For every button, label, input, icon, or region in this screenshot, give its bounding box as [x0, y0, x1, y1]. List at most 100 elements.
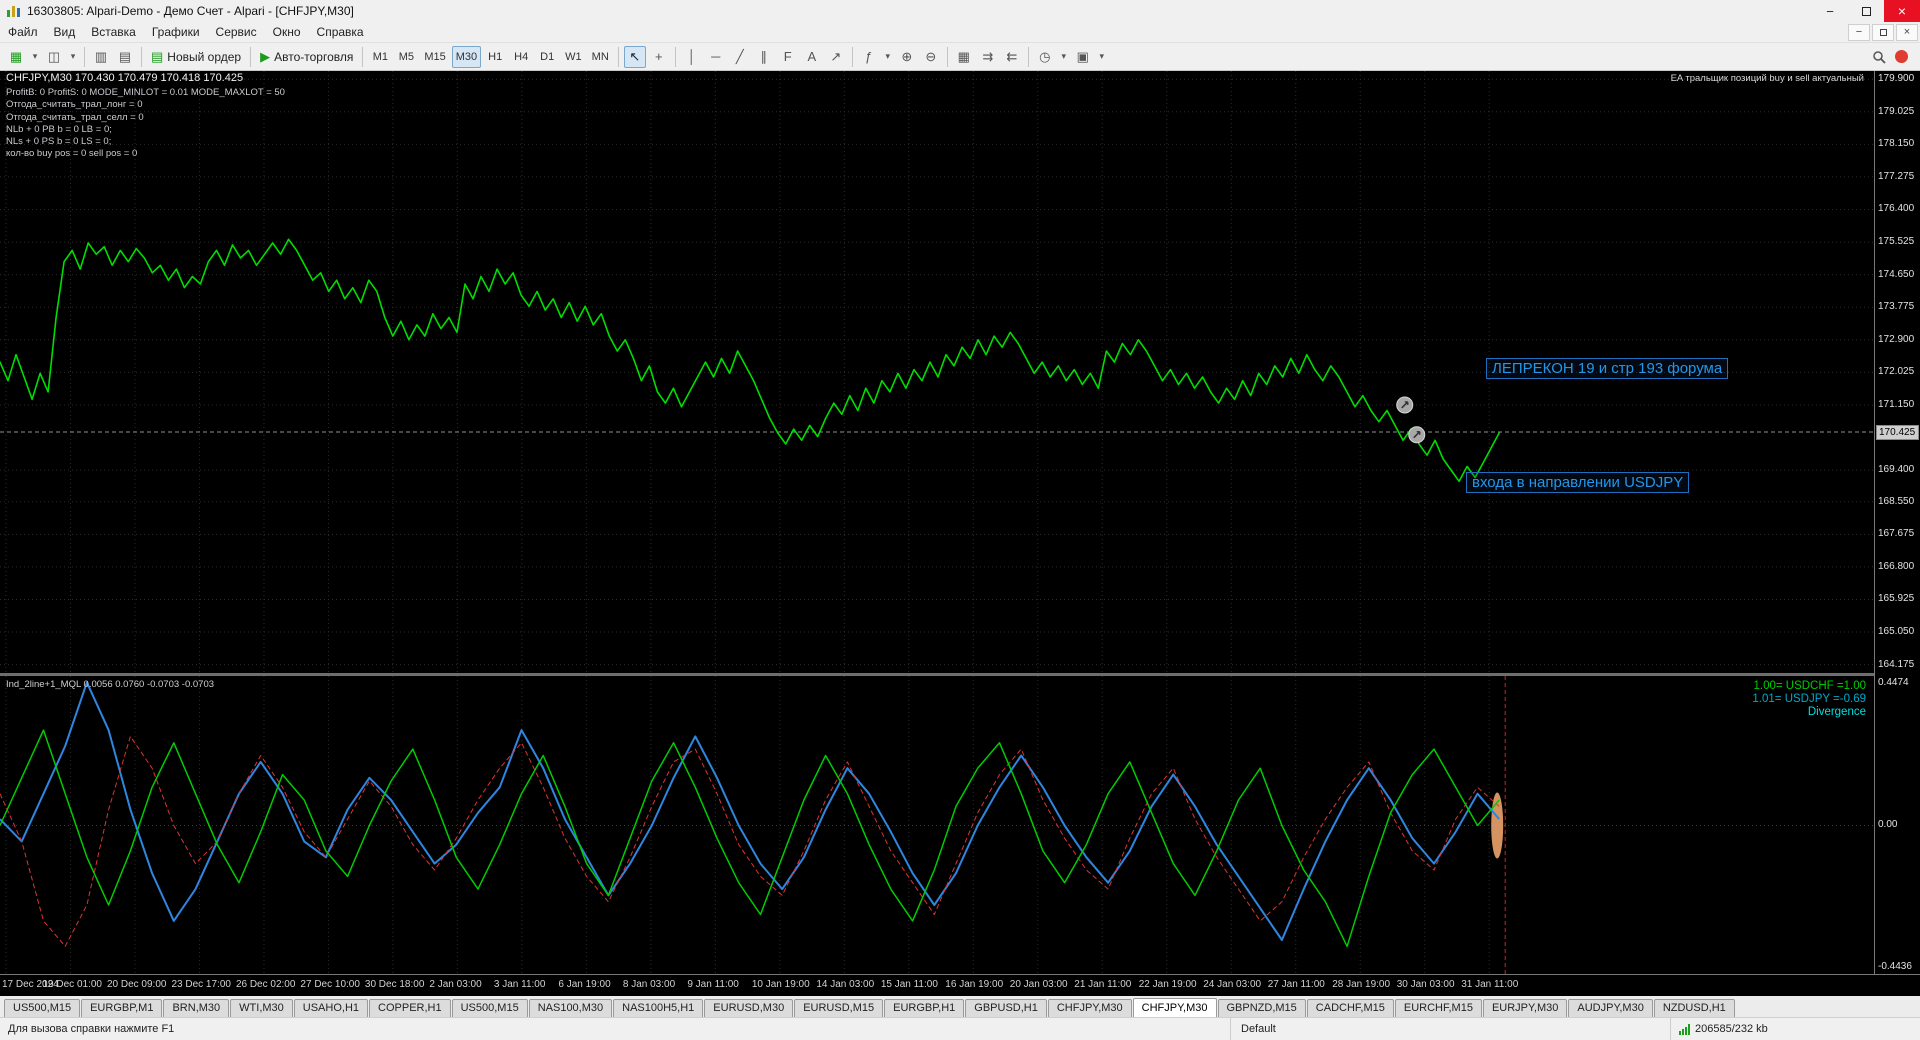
chart-tab-nas100-m30[interactable]: NAS100,M30 [528, 999, 613, 1017]
price-tick-167.675: 167.675 [1878, 528, 1915, 540]
notifications-badge-icon[interactable] [1895, 50, 1908, 63]
timeframe-h4-button-icon: H4 [514, 50, 529, 63]
market-watch-button[interactable]: ▥ [90, 46, 112, 68]
autotrading-button[interactable]: ▶ Авто-торговля [256, 46, 357, 68]
new-order-button[interactable]: ▤ Новый ордер [147, 46, 245, 68]
zoom-out-button[interactable]: ⊖ [920, 46, 942, 68]
toolbar-separator [362, 46, 364, 67]
indicator-tick-0.4474: 0.4474 [1878, 677, 1909, 689]
maximize-button[interactable] [1848, 0, 1884, 22]
timeframe-h4-button[interactable]: H4 [509, 46, 533, 68]
chart-tab-chfjpy-m30[interactable]: CHFJPY,M30 [1132, 998, 1217, 1017]
timeframe-d1-button[interactable]: D1 [535, 46, 559, 68]
menu-[interactable]: Вставка [83, 23, 144, 41]
indicator-pane[interactable]: Ind_2line+1_MQL 0.0056 0.0760 -0.0703 -0… [0, 676, 1874, 974]
text-tool[interactable]: A [801, 46, 823, 68]
chart-tab-gbpusd-h1[interactable]: GBPUSD,H1 [965, 999, 1047, 1017]
chart-tab-copper-h1[interactable]: COPPER,H1 [369, 999, 451, 1017]
main-chart-pane[interactable]: CHFJPY,M30 170.430 170.479 170.418 170.4… [0, 71, 1874, 673]
chart-tab-eurchf-m15[interactable]: EURCHF,M15 [1394, 999, 1482, 1017]
chart-tab-us500-m15[interactable]: US500,M15 [451, 999, 528, 1017]
timeframe-mn-button[interactable]: MN [588, 46, 613, 68]
price-scale[interactable]: 179.900 179.025 178.150 177.275 176.400 175.5… [1874, 71, 1920, 974]
timeframe-w1-button[interactable]: W1 [561, 46, 586, 68]
chart-minimize-button[interactable]: − [1848, 23, 1870, 41]
chart-restore-button[interactable] [1872, 23, 1894, 41]
channel-tool[interactable]: ∥ [753, 46, 775, 68]
timeframe-m30-button[interactable]: M30 [451, 45, 482, 68]
templates-button[interactable]: ▣ [1072, 46, 1094, 68]
timeframe-m30-button-icon: M30 [455, 50, 478, 63]
search-button[interactable] [1868, 46, 1890, 68]
chart-tab-us500-m15[interactable]: US500,M15 [4, 999, 81, 1017]
trendline-tool[interactable]: ╱ [729, 46, 751, 68]
templates-dropdown[interactable]: ▾ [1096, 46, 1108, 68]
annotation-usdjpy[interactable]: входа в направлении USDJPY [1466, 472, 1690, 493]
status-profile[interactable]: Default [1230, 1018, 1670, 1040]
indicators-button[interactable]: ƒ [858, 46, 880, 68]
chart-shift-button[interactable]: ⇇ [1001, 46, 1023, 68]
new-chart-dropdown[interactable]: ▾ [29, 46, 41, 68]
time-axis[interactable]: 17 Dec 2024 19 Dec 01:00 20 Dec 09:00 23 De… [0, 974, 1920, 996]
ea-line-1: ProfitB: 0 ProfitS: 0 MODE_MINLOT = 0.01… [6, 87, 285, 98]
annotation-leprekon[interactable]: ЛЕПРЕКОН 19 и стр 193 форума [1486, 358, 1729, 379]
menu-[interactable]: Вид [46, 23, 84, 41]
chart-tab-eurgbp-m1[interactable]: EURGBP,M1 [81, 999, 163, 1017]
chart-tab-wti-m30[interactable]: WTI,M30 [230, 999, 293, 1017]
chart-tab-cadchf-m15[interactable]: CADCHF,M15 [1306, 999, 1394, 1017]
horizontal-line-tool[interactable]: ─ [705, 46, 727, 68]
market-watch-button-icon: ▥ [94, 48, 108, 64]
trade-marker-2[interactable] [1408, 426, 1426, 444]
time-tick-27-dec-10-00: 27 Dec 10:00 [300, 979, 360, 990]
toolbar-separator [617, 46, 619, 67]
period-menu-dropdown[interactable]: ▾ [1058, 46, 1070, 68]
menu-[interactable]: Графики [144, 23, 208, 41]
templates-dropdown-icon: ▾ [1099, 51, 1105, 61]
chart-tab-usaho-h1[interactable]: USAHO,H1 [293, 999, 369, 1017]
profiles-dropdown[interactable]: ▾ [67, 46, 79, 68]
timeframe-m5-button[interactable]: M5 [394, 46, 418, 68]
chart-tab-nzdusd-h1[interactable]: NZDUSD,H1 [1653, 999, 1735, 1017]
price-tick-176.400: 176.400 [1878, 203, 1915, 215]
chart-tab-eurusd-m15[interactable]: EURUSD,M15 [794, 999, 884, 1017]
status-help-text: Для вызова справки нажмите F1 [8, 1023, 175, 1035]
vertical-line-tool[interactable]: │ [681, 46, 703, 68]
indicator-label-usdjpy: 1.01= USDJPY =-0.69 [1752, 693, 1866, 705]
chart-tab-brn-m30[interactable]: BRN,M30 [163, 999, 230, 1017]
cursor-tool[interactable]: ↖ [623, 45, 646, 68]
time-tick-20-jan-03-00: 20 Jan 03:00 [1009, 979, 1068, 990]
zoom-in-button[interactable]: ⊕ [896, 46, 918, 68]
close-button[interactable]: × [1884, 0, 1920, 22]
connection-bars-icon [1679, 1023, 1690, 1035]
chart-tab-gbpnzd-m15[interactable]: GBPNZD,M15 [1217, 999, 1306, 1017]
period-menu-button[interactable]: ◷ [1034, 46, 1056, 68]
chart-tab-eurjpy-m30[interactable]: EURJPY,M30 [1482, 999, 1568, 1017]
chart-tab-eurgbp-h1[interactable]: EURGBP,H1 [884, 999, 965, 1017]
timeframe-m15-button[interactable]: M15 [420, 46, 449, 68]
crosshair-tool[interactable]: + [648, 46, 670, 68]
menu-[interactable]: Справка [309, 23, 372, 41]
trade-marker-1[interactable] [1396, 396, 1414, 414]
data-window-button[interactable]: ▤ [114, 46, 136, 68]
time-tick-26-dec-02-00: 26 Dec 02:00 [235, 979, 296, 990]
menu-[interactable]: Файл [0, 23, 46, 41]
chart-workspace: CHFJPY,M30 170.430 170.479 170.418 170.4… [0, 71, 1920, 996]
minimize-button[interactable]: − [1812, 0, 1848, 22]
new-chart-button[interactable]: ▦ [5, 46, 27, 68]
auto-scroll-button[interactable]: ⇉ [977, 46, 999, 68]
profiles-button[interactable]: ◫ [43, 46, 65, 68]
menu-[interactable]: Сервис [208, 23, 265, 41]
arrow-tool[interactable]: ↗ [825, 46, 847, 68]
time-tick-30-jan-03-00: 30 Jan 03:00 [1396, 979, 1455, 990]
chart-tab-eurusd-m30[interactable]: EURUSD,M30 [704, 999, 794, 1017]
chart-close-button[interactable]: × [1896, 23, 1918, 41]
tile-windows-button[interactable]: ▦ [953, 46, 975, 68]
timeframe-h1-button[interactable]: H1 [483, 46, 507, 68]
chart-tab-nas100h5-h1[interactable]: NAS100H5,H1 [613, 999, 704, 1017]
menu-[interactable]: Окно [265, 23, 309, 41]
indicators-dropdown[interactable]: ▾ [882, 46, 894, 68]
chart-tab-audjpy-m30[interactable]: AUDJPY,M30 [1568, 999, 1653, 1017]
timeframe-m1-button[interactable]: M1 [368, 46, 392, 68]
fibonacci-tool[interactable]: F [777, 46, 799, 68]
chart-tab-chfjpy-m30[interactable]: CHFJPY,M30 [1047, 999, 1132, 1017]
